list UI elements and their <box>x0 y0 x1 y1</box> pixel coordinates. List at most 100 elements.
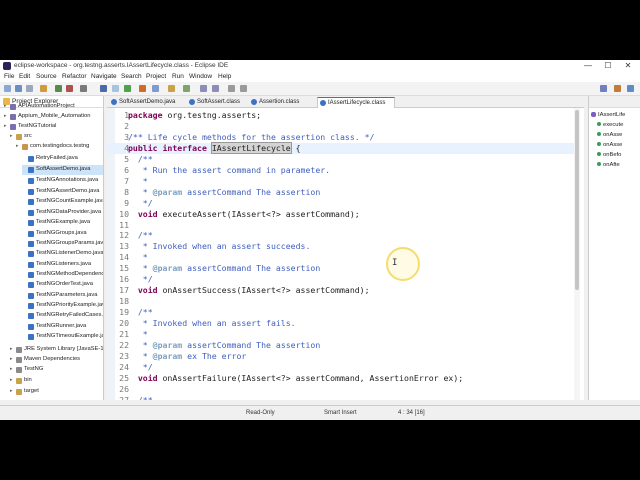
tree-item[interactable]: TestNGCountExample.java <box>22 197 103 207</box>
code-line[interactable]: 11 <box>107 220 577 231</box>
tree-item[interactable]: ▸ Appium_Mobile_Automation <box>4 112 103 122</box>
tree-item[interactable]: ▸ target <box>10 387 103 397</box>
back-icon[interactable] <box>228 85 235 92</box>
code-line[interactable]: 10 void executeAssert(IAssert<?> assertC… <box>107 209 577 220</box>
tree-item[interactable]: TestNGDataProvider.java <box>22 208 103 218</box>
tree-item[interactable]: TestNGOrderTest.java <box>22 280 103 290</box>
run-icon[interactable] <box>124 85 131 92</box>
code-line[interactable]: 16 */ <box>107 274 577 285</box>
tree-item[interactable]: TestNGListenerDemo.java <box>22 249 103 259</box>
menu-project[interactable]: Project <box>146 73 166 80</box>
tree-item[interactable]: TestNGTimeoutExample.java <box>22 332 103 342</box>
code-line[interactable]: 17 void onAssertSuccess(IAssert<?> asser… <box>107 285 577 296</box>
menu-source[interactable]: Source <box>36 73 57 80</box>
previous-annotation-icon[interactable] <box>212 85 219 92</box>
tree-item[interactable]: ▸ bin <box>10 376 103 386</box>
code-line[interactable]: 6 * Run the assert command in parameter. <box>107 165 577 176</box>
tab-assertion-class[interactable]: Assertion.class <box>249 97 313 107</box>
outline-interface-item[interactable]: IAssertLife <box>591 112 625 121</box>
outline-method-item[interactable]: execute <box>597 122 623 131</box>
tree-item[interactable]: TestNGAnnotations.java <box>22 176 103 186</box>
menu-search[interactable]: Search <box>121 73 142 80</box>
outline-method-item[interactable]: onAfte <box>597 162 620 171</box>
tree-item[interactable]: TestNGParameters.java <box>22 291 103 301</box>
tree-item[interactable]: TestNGRunner.java <box>22 322 103 332</box>
open-task-icon[interactable] <box>168 85 175 92</box>
tree-item[interactable]: TestNGMethodDependency.java <box>22 270 103 280</box>
code-line[interactable]: 13 * Invoked when an assert succeeds. <box>107 241 577 252</box>
forward-icon[interactable] <box>240 85 247 92</box>
save-all-icon[interactable] <box>26 85 33 92</box>
code-line[interactable]: 9 */ <box>107 198 577 209</box>
code-line[interactable]: 25 void onAssertFailure(IAssert<?> asser… <box>107 373 577 384</box>
code-line[interactable]: 1 package org.testng.asserts; <box>107 110 577 121</box>
menu-file[interactable]: File <box>4 73 14 80</box>
code-line[interactable]: 2 <box>107 121 577 132</box>
tree-item[interactable]: TestNGPriorityExample.java <box>22 301 103 311</box>
close-button[interactable]: ✕ <box>618 60 638 72</box>
code-line[interactable]: 15 * @param assertCommand The assertion <box>107 263 577 274</box>
tree-item[interactable]: ▸ Maven Dependencies <box>10 355 103 365</box>
menu-window[interactable]: Window <box>189 73 212 80</box>
tree-item[interactable]: TestNGRetryFailedCases.java <box>22 311 103 321</box>
tab-softassert-class[interactable]: SoftAssert.class <box>187 97 253 107</box>
new-package-icon[interactable] <box>55 85 62 92</box>
code-line[interactable]: 23 * @param ex The error <box>107 351 577 362</box>
tab-iassertlifecycle-class[interactable]: IAssertLifecycle.class <box>317 97 395 108</box>
tree-item[interactable]: ▸ TestNGTutorial <box>4 122 103 132</box>
code-line[interactable]: 20 * Invoked when an assert fails. <box>107 318 577 329</box>
code-line[interactable]: 12 /** <box>107 230 577 241</box>
menu-edit[interactable]: Edit <box>19 73 30 80</box>
perspective-icon[interactable] <box>600 85 607 92</box>
tree-item[interactable]: ▸ JRE System Library [JavaSE-17] <box>10 345 103 355</box>
external-tools-icon[interactable] <box>139 85 146 92</box>
save-icon[interactable] <box>15 85 22 92</box>
menu-help[interactable]: Help <box>218 73 231 80</box>
code-line[interactable]: 19 /** <box>107 307 577 318</box>
code-line[interactable]: 7 * <box>107 176 577 187</box>
tree-item[interactable]: ▸ com.testingdocs.testng <box>16 142 103 152</box>
tree-item[interactable]: RetryFailed.java <box>22 154 103 164</box>
minimize-button[interactable]: — <box>578 60 598 72</box>
java-perspective-icon[interactable] <box>614 85 621 92</box>
tree-item[interactable]: TestNGGroups.java <box>22 229 103 239</box>
tree-item[interactable]: TestNGListeners.java <box>22 260 103 270</box>
code-line[interactable]: 3/** Life cycle methods for the assertio… <box>107 132 577 143</box>
code-line[interactable]: 24 */ <box>107 362 577 373</box>
debug-perspective-icon[interactable] <box>627 85 634 92</box>
code-line[interactable]: 5 /** <box>107 154 577 165</box>
maximize-button[interactable]: ☐ <box>598 60 618 72</box>
coverage-icon[interactable] <box>112 85 119 92</box>
new-icon[interactable] <box>4 85 11 92</box>
open-type-icon[interactable] <box>80 85 87 92</box>
code-line[interactable]: 27 /** <box>107 395 577 400</box>
outline-method-item[interactable]: onAsse <box>597 142 622 151</box>
outline-method-item[interactable]: onBefo <box>597 152 621 161</box>
editor-vertical-scrollbar[interactable] <box>574 108 580 400</box>
code-line[interactable]: 8 * @param assertCommand The assertion <box>107 187 577 198</box>
code-line[interactable]: 4 public interface IAssertLifecycle { <box>107 141 577 154</box>
debug-icon[interactable] <box>100 85 107 92</box>
menu-navigate[interactable]: Navigate <box>91 73 117 80</box>
tab-softassertdemo-java[interactable]: SoftAssertDemo.java <box>109 97 191 107</box>
code-line[interactable]: 14 * <box>107 252 577 263</box>
new-class-icon[interactable] <box>66 85 73 92</box>
tree-item[interactable]: ▸ APIAutomationProject <box>4 102 103 112</box>
tree-item[interactable]: ▸ TestNG <box>10 365 103 375</box>
build-icon[interactable] <box>40 85 47 92</box>
code-line[interactable]: 22 * @param assertCommand The assertion <box>107 340 577 351</box>
next-annotation-icon[interactable] <box>200 85 207 92</box>
tree-item[interactable]: TestNGAssertDemo.java <box>22 187 103 197</box>
code-line[interactable]: 21 * <box>107 329 577 340</box>
scrollbar-thumb[interactable] <box>575 110 579 290</box>
code-line[interactable]: 26 <box>107 384 577 395</box>
search-icon[interactable] <box>152 85 159 92</box>
tree-item[interactable]: TestNGGroupsParams.java <box>22 239 103 249</box>
outline-method-item[interactable]: onAsse <box>597 132 622 141</box>
toggle-mark-icon[interactable] <box>183 85 190 92</box>
tree-item[interactable]: TestNGExample.java <box>22 218 103 228</box>
menu-refactor[interactable]: Refactor <box>62 73 87 80</box>
menu-run[interactable]: Run <box>172 73 184 80</box>
tree-item[interactable]: ▸ src <box>10 132 103 142</box>
code-line[interactable]: 18 <box>107 296 577 307</box>
